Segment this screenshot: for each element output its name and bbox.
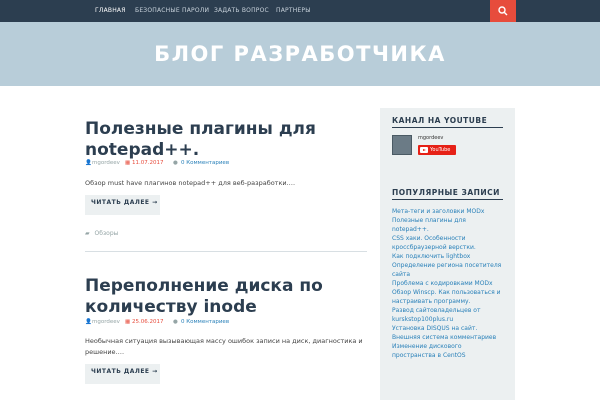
calendar-icon: ▦ — [125, 160, 131, 166]
post-title[interactable]: Полезные плагины для notepad++. — [85, 119, 355, 161]
widget-divider — [392, 127, 503, 128]
folder-icon: ▰ — [85, 230, 90, 237]
search-button[interactable] — [490, 0, 516, 22]
read-more-button[interactable]: Читать далее → — [85, 195, 160, 215]
popular-post-link[interactable]: Определение региона посетителя сайта — [392, 261, 504, 279]
post-category: ▰ Обзоры — [85, 229, 118, 239]
post-excerpt: Необычная ситуация вызывающая массу ошиб… — [85, 337, 363, 356]
user-icon: 👤 — [85, 319, 92, 325]
widget-divider — [392, 199, 503, 200]
comment-icon: ● — [173, 319, 178, 325]
popular-post-link[interactable]: Полезные плагины для notepad++. — [392, 216, 504, 234]
post-author[interactable]: mgordeev — [92, 158, 120, 168]
youtube-icon — [420, 147, 428, 153]
sidebar: Канал на YouTube mgordeev YouTube Популя… — [380, 108, 515, 400]
popular-post-link[interactable]: Развод сайтовладельцев от kurskstop100pl… — [392, 306, 504, 324]
post-comments[interactable]: 0 Комментариев — [181, 158, 229, 168]
popular-post-link[interactable]: CSS хаки. Особенности кроссбраузерной ве… — [392, 234, 504, 252]
post-author[interactable]: mgordeev — [92, 317, 120, 327]
popular-post-link[interactable]: Обзор Winscp. Как пользоваться и настраи… — [392, 288, 504, 306]
popular-post-link[interactable]: Как подключить lightbox — [392, 252, 504, 261]
nav-item-ask-question[interactable]: Задать вопрос — [214, 0, 269, 22]
youtube-widget-title: Канал на YouTube — [392, 116, 488, 125]
popular-post-link[interactable]: Установка DISQUS на сайт. Внешняя систем… — [392, 324, 504, 342]
youtube-button-label: YouTube — [430, 147, 451, 153]
youtube-subscribe-button[interactable]: YouTube — [418, 145, 456, 155]
channel-avatar[interactable] — [392, 135, 412, 155]
category-link[interactable]: Обзоры — [95, 230, 119, 237]
popular-widget-title: Популярные записи — [392, 188, 500, 197]
post-excerpt: Обзор must have плагинов notepad++ для в… — [85, 179, 296, 187]
calendar-icon: ▦ — [125, 319, 131, 325]
site-title[interactable]: БЛОГ РАЗРАБОТЧИКА — [0, 22, 600, 86]
post-date[interactable]: 11.07.2017 — [132, 158, 164, 168]
nav-item-passwords[interactable]: Безопасные пароли — [135, 0, 209, 22]
popular-post-link[interactable]: Мета-теги и заголовки MODx — [392, 207, 504, 216]
nav-item-home[interactable]: Главная — [95, 0, 126, 22]
search-icon — [498, 6, 508, 16]
post-title[interactable]: Переполнение диска по количеству inode — [85, 276, 355, 318]
read-more-button[interactable]: Читать далее → — [85, 364, 160, 384]
channel-name[interactable]: mgordeev — [418, 135, 443, 141]
popular-post-link[interactable]: Проблема с кодировками MODx — [392, 279, 504, 288]
post-comments[interactable]: 0 Комментариев — [181, 317, 229, 327]
nav-item-partners[interactable]: Партнеры — [276, 0, 311, 22]
popular-posts-list: Мета-теги и заголовки MODx Полезные плаг… — [392, 207, 504, 360]
post-date[interactable]: 25.06.2017 — [132, 317, 164, 327]
user-icon: 👤 — [85, 160, 92, 166]
site-header: БЛОГ РАЗРАБОТЧИКА — [0, 22, 600, 86]
top-navigation: Главная Безопасные пароли Задать вопрос … — [0, 0, 600, 22]
comment-icon: ● — [173, 160, 178, 166]
popular-post-link[interactable]: Изменение дискового пространства в CentO… — [392, 342, 504, 360]
post-divider — [85, 251, 367, 252]
